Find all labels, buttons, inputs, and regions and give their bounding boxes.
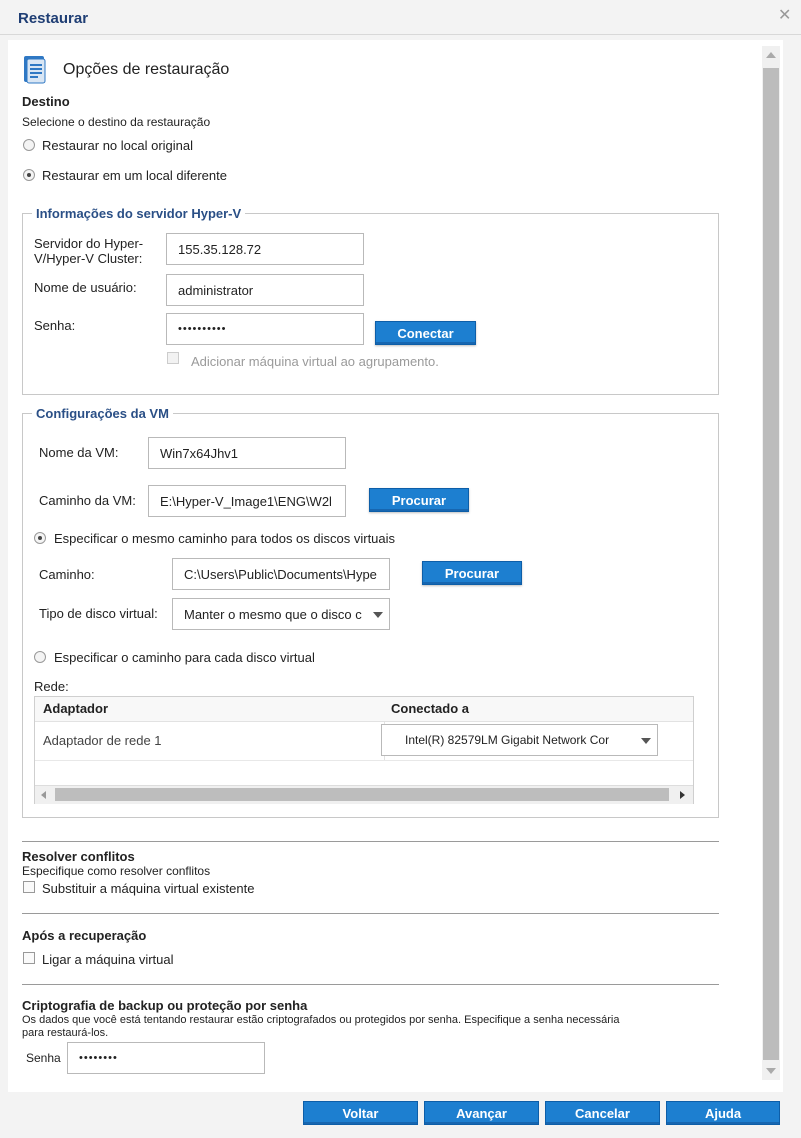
network-grid: Adaptador Conectado a Adaptador de rede …: [34, 696, 694, 804]
server-value: 155.35.128.72: [178, 241, 262, 257]
vm-path-browse-button[interactable]: Procurar: [369, 488, 469, 512]
username-value: administrator: [178, 282, 254, 298]
connected-to-value: Intel(R) 82579LM Gigabit Network Cor: [405, 733, 610, 747]
section-divider: [22, 841, 719, 842]
radio-same-path-label[interactable]: Especificar o mesmo caminho para todos o…: [54, 531, 395, 546]
radio-same-path[interactable]: [34, 532, 46, 544]
password-input[interactable]: ••••••••••: [166, 313, 364, 345]
vm-settings-legend: Configurações da VM: [32, 406, 173, 421]
grid-scrollbar-thumb[interactable]: [55, 788, 669, 801]
radio-restore-different-label[interactable]: Restaurar em um local diferente: [42, 168, 227, 183]
encryption-password-label: Senha: [26, 1051, 61, 1065]
dialog-title: Restaurar: [18, 10, 89, 27]
row-adapter-name: Adaptador de rede 1: [43, 733, 162, 748]
disk-path-value: C:\Users\Public\Documents\Hype: [184, 566, 377, 582]
scroll-up-arrow-icon[interactable]: [766, 52, 776, 58]
server-label-line1: Servidor do Hyper-: [34, 236, 144, 251]
vm-name-value: Win7x64Jhv1: [160, 445, 239, 461]
encryption-heading: Criptografia de backup ou proteção por s…: [22, 998, 308, 1013]
disk-type-select[interactable]: Manter o mesmo que o disco c: [172, 598, 390, 630]
server-label-line2: V/Hyper-V Cluster:: [34, 251, 143, 266]
after-recovery-heading: Após a recuperação: [22, 928, 147, 943]
dialog-titlebar: Restaurar ✕: [0, 0, 801, 35]
power-on-vm-checkbox[interactable]: [23, 952, 35, 964]
overwrite-vm-checkbox[interactable]: [23, 881, 35, 893]
scrollbar-thumb[interactable]: [763, 68, 779, 1060]
encryption-password-input[interactable]: ••••••••: [67, 1042, 265, 1074]
network-grid-header: [35, 697, 693, 722]
radio-each-path-label[interactable]: Especificar o caminho para cada disco vi…: [54, 650, 315, 665]
scroll-left-arrow-icon[interactable]: [41, 791, 46, 799]
scroll-right-arrow-icon[interactable]: [680, 791, 685, 799]
help-button[interactable]: Ajuda: [666, 1101, 780, 1125]
conflicts-heading: Resolver conflitos: [22, 849, 135, 864]
disk-type-chevron-down-icon[interactable]: [373, 612, 383, 618]
password-value: ••••••••••: [178, 323, 227, 335]
encryption-description-line1: Os dados que você está tentando restaura…: [22, 1014, 620, 1026]
column-connected: Conectado a: [391, 701, 470, 716]
encryption-password-value: ••••••••: [79, 1052, 118, 1064]
cancel-button[interactable]: Cancelar: [545, 1101, 660, 1125]
username-input[interactable]: administrator: [166, 274, 364, 306]
power-on-vm-label[interactable]: Ligar a máquina virtual: [42, 952, 174, 967]
radio-each-path[interactable]: [34, 651, 46, 663]
vm-name-label: Nome da VM:: [39, 445, 119, 460]
table-row[interactable]: Adaptador de rede 1 Intel(R) 82579LM Gig…: [35, 722, 693, 760]
add-to-cluster-checkbox[interactable]: [167, 352, 179, 364]
password-label: Senha:: [34, 318, 76, 333]
encryption-description-line2: para restaurá-los.: [22, 1027, 109, 1039]
radio-restore-original-label[interactable]: Restaurar no local original: [42, 138, 193, 153]
back-button[interactable]: Voltar: [303, 1101, 418, 1125]
next-button[interactable]: Avançar: [424, 1101, 539, 1125]
connect-button[interactable]: Conectar: [375, 321, 476, 345]
destination-subtitle: Selecione o destino da restauração: [22, 115, 211, 129]
page-title: Opções de restauração: [63, 61, 230, 78]
network-label: Rede:: [34, 679, 69, 694]
scroll-down-arrow-icon[interactable]: [766, 1068, 776, 1074]
grid-horizontal-scrollbar[interactable]: [35, 785, 693, 804]
radio-restore-different[interactable]: [23, 169, 35, 181]
section-divider: [22, 984, 719, 985]
disk-type-label: Tipo de disco virtual:: [39, 606, 158, 621]
hyperv-server-legend: Informações do servidor Hyper-V: [32, 206, 246, 221]
vm-path-label: Caminho da VM:: [39, 493, 136, 508]
add-to-cluster-label: Adicionar máquina virtual ao agrupamento…: [191, 354, 439, 369]
vm-path-value: E:\Hyper-V_Image1\ENG\W2l: [160, 493, 332, 509]
username-label: Nome de usuário:: [34, 280, 137, 295]
disk-type-value: Manter o mesmo que o disco c: [184, 606, 362, 622]
disk-path-input[interactable]: C:\Users\Public\Documents\Hype: [172, 558, 390, 590]
restore-options-icon: [24, 56, 46, 84]
column-adapter: Adaptador: [43, 701, 108, 716]
disk-path-label: Caminho:: [39, 567, 95, 582]
vm-name-input[interactable]: Win7x64Jhv1: [148, 437, 346, 469]
overwrite-vm-label[interactable]: Substituir a máquina virtual existente: [42, 881, 254, 896]
conflicts-subtitle: Especifique como resolver conflitos: [22, 864, 211, 878]
vertical-scrollbar[interactable]: [762, 46, 780, 1080]
server-input[interactable]: 155.35.128.72: [166, 233, 364, 265]
disk-path-browse-button[interactable]: Procurar: [422, 561, 522, 585]
server-label: Servidor do Hyper- V/Hyper-V Cluster:: [34, 236, 143, 266]
connected-to-chevron-down-icon[interactable]: [641, 738, 651, 744]
section-divider: [22, 913, 719, 914]
vm-path-input[interactable]: E:\Hyper-V_Image1\ENG\W2l: [148, 485, 346, 517]
grid-row-divider: [35, 760, 693, 761]
destination-heading: Destino: [22, 94, 70, 109]
radio-restore-original[interactable]: [23, 139, 35, 151]
encryption-description: Os dados que você está tentando restaura…: [22, 1014, 722, 1040]
connected-to-select[interactable]: Intel(R) 82579LM Gigabit Network Cor: [381, 724, 658, 756]
close-icon[interactable]: ✕: [778, 5, 791, 25]
